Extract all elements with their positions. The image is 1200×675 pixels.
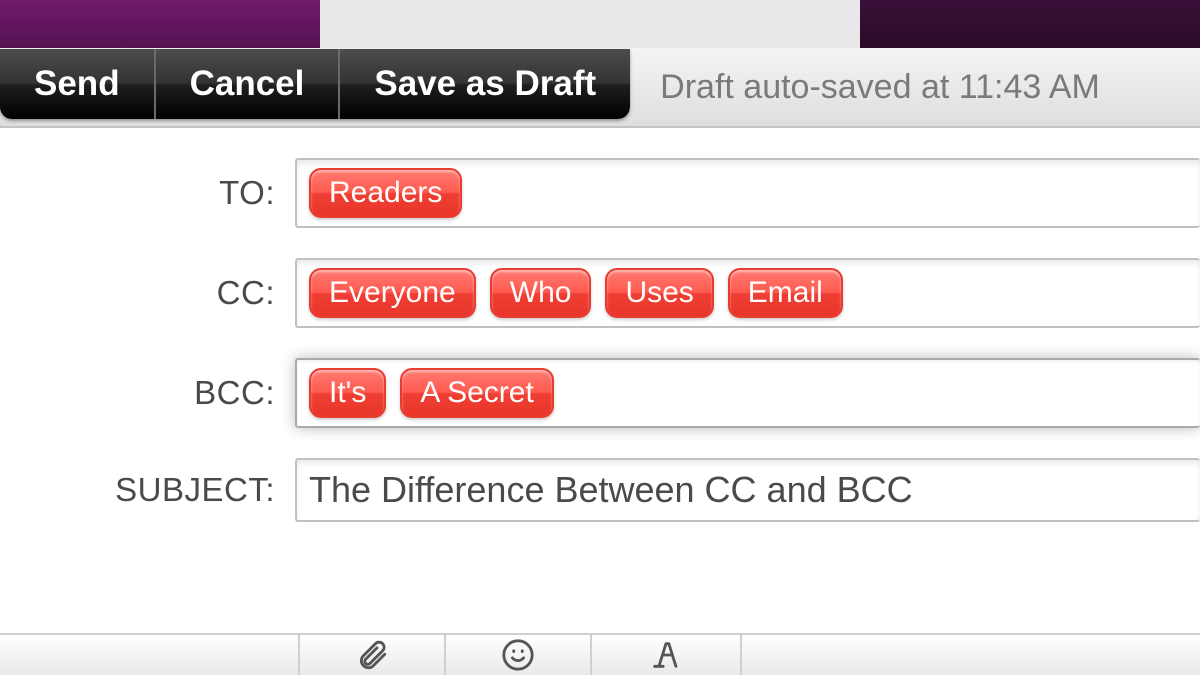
cancel-button[interactable]: Cancel [156, 49, 341, 119]
to-row: TO: Readers [0, 158, 1200, 228]
smile-icon [501, 638, 535, 672]
format-icon [647, 638, 685, 672]
subject-row: SUBJECT: The Difference Between CC and B… [0, 458, 1200, 522]
subject-label: SUBJECT: [0, 471, 295, 509]
to-input[interactable]: Readers [295, 158, 1200, 228]
paperclip-icon [355, 638, 389, 672]
bcc-row: BCC: It's A Secret [0, 358, 1200, 428]
emoji-tab[interactable] [446, 635, 592, 675]
header-tab-left [0, 0, 320, 48]
subject-input[interactable]: The Difference Between CC and BCC [295, 458, 1200, 522]
bcc-label: BCC: [0, 374, 295, 412]
attach-tab[interactable] [300, 635, 446, 675]
autosave-status: Draft auto-saved at 11:43 AM [660, 68, 1100, 107]
cc-row: CC: Everyone Who Uses Email [0, 258, 1200, 328]
recipient-chip[interactable]: Who [490, 268, 592, 318]
header-gap [320, 0, 860, 48]
cc-input[interactable]: Everyone Who Uses Email [295, 258, 1200, 328]
recipient-chip[interactable]: Readers [309, 168, 462, 218]
recipient-chip[interactable]: It's [309, 368, 386, 418]
bottom-spacer [0, 635, 300, 675]
to-label: TO: [0, 174, 295, 212]
header-tab-right [860, 0, 1200, 48]
app-header [0, 0, 1200, 48]
recipient-chip[interactable]: Everyone [309, 268, 476, 318]
recipient-chip[interactable]: Uses [605, 268, 713, 318]
cc-label: CC: [0, 274, 295, 312]
recipient-chip[interactable]: Email [728, 268, 843, 318]
save-draft-button[interactable]: Save as Draft [340, 49, 630, 119]
toolbar-button-group: Send Cancel Save as Draft [0, 49, 630, 119]
send-button[interactable]: Send [0, 49, 156, 119]
compose-toolbar: Send Cancel Save as Draft Draft auto-sav… [0, 48, 1200, 128]
bcc-input[interactable]: It's A Secret [295, 358, 1200, 428]
subject-text: The Difference Between CC and BCC [309, 469, 913, 511]
compose-area: TO: Readers CC: Everyone Who Uses Email … [0, 128, 1200, 522]
format-tab[interactable] [592, 635, 742, 675]
recipient-chip[interactable]: A Secret [400, 368, 553, 418]
attachment-tabs [0, 633, 1200, 675]
